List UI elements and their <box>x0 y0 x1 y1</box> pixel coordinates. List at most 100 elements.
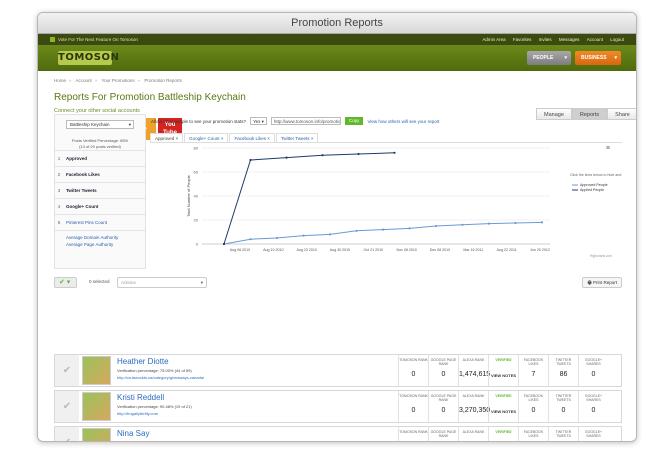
influencer-url[interactable]: http://cruiseuckts.ca/category/giveaways… <box>117 375 204 380</box>
avg-page-authority-link[interactable]: Average Page Authority <box>66 241 145 248</box>
avatar <box>82 356 111 385</box>
actions-select[interactable]: Actions ▾ <box>117 277 207 288</box>
select-all-button[interactable]: ✔ ▾ <box>54 277 77 288</box>
chevron-down-icon: ▾ <box>128 122 131 127</box>
item-number: 4 <box>57 204 61 209</box>
copy-button[interactable]: Copy <box>344 117 364 125</box>
verification-percentage: Verification percentage: 90.48% (19 of 2… <box>117 404 192 409</box>
legend-label: Approved People <box>580 183 608 187</box>
window-title: Promotion Reports <box>38 13 636 34</box>
data-point <box>321 154 324 157</box>
share-settings: Allow other people to see your promotion… <box>150 117 622 125</box>
stat-twitter-tweets: TWITTER TWEETS3 <box>548 427 578 441</box>
row-checkbox[interactable]: ✔ <box>55 391 79 422</box>
data-point <box>514 221 517 225</box>
stat-google-shares: GOOGLE+ SHARES0 <box>578 427 608 441</box>
verification-percentage: Verification percentage: 64.29% (27 of 4… <box>117 440 192 441</box>
stat-facebook-likes: FACEBOOK LIKES 7 <box>518 355 548 386</box>
invites-link[interactable]: Invites <box>539 37 552 42</box>
y-tick-label: 80 <box>194 146 199 151</box>
sidebar-item-pinterest-pins-count[interactable]: 5 Pinterest Pins Count <box>55 214 145 230</box>
chart-menu-icon[interactable]: ≡ <box>606 145 610 152</box>
x-tick-label: Oct 21 2010 <box>364 248 384 252</box>
influencer-row: ✔ Kristi Reddell Verification percentage: … <box>54 390 622 423</box>
data-point <box>275 236 279 240</box>
favorites-link[interactable]: Favorites <box>513 37 532 42</box>
chevron-down-icon: ▾ <box>614 55 617 61</box>
item-label: Pinterest Pins Count <box>66 220 108 225</box>
influencer-name[interactable]: Nina Say <box>117 429 149 438</box>
data-point <box>381 228 385 231</box>
admin-area-link[interactable]: Admin Area <box>482 37 505 42</box>
influencer-row: ✔ Heather Diotte Verification percentage: … <box>54 354 622 387</box>
breadcrumb-account[interactable]: Account <box>76 78 92 83</box>
x-tick-label: Nov 08 2010 <box>396 248 416 252</box>
data-point <box>355 229 358 232</box>
print-report-button[interactable]: 🖶 Print Report <box>582 277 622 288</box>
breadcrumb-promotions[interactable]: Your Promotions <box>102 78 135 83</box>
data-point <box>540 221 544 224</box>
stat-verified[interactable]: VERIFIEDVIEW NOTES <box>488 391 518 422</box>
data-point <box>249 158 252 162</box>
top-links: Admin Area Favorites Invites Messages Ac… <box>476 34 624 45</box>
influencer-name[interactable]: Heather Diotte <box>117 357 169 366</box>
stat-tomoson-rank: TOMOSON RANK0 <box>398 355 428 386</box>
x-tick-label: Aug 23 2010 <box>296 248 316 252</box>
y-tick-label: 20 <box>194 218 199 223</box>
messages-link[interactable]: Messages <box>559 37 580 42</box>
y-tick-label: 0 <box>196 242 199 247</box>
x-tick-label: Aug 22 2011 <box>497 248 517 252</box>
sidebar-item-approved[interactable]: 1 Approved <box>55 150 145 166</box>
y-tick-label: 60 <box>194 170 199 175</box>
avg-domain-authority-link[interactable]: Average Domain Authority <box>66 234 145 241</box>
item-number: 5 <box>57 220 61 225</box>
share-yes-select[interactable]: Yes ▾ <box>250 117 267 125</box>
x-tick-label: Aug 30 2010 <box>330 248 350 252</box>
legend-note: Click the lines below to hide and show t… <box>570 173 622 177</box>
logout-link[interactable]: Logout <box>610 37 624 42</box>
breadcrumb-home[interactable]: Home <box>54 78 66 83</box>
breadcrumb: Home» Account» Your Promotions» Promotio… <box>54 78 182 83</box>
approved-chart: 0 20 40 60 80 Total Number of People Aug 06 20… <box>186 145 622 258</box>
star-icon <box>50 37 55 42</box>
sidebar-item-google-count[interactable]: 4 Google+ Count <box>55 198 145 214</box>
people-dropdown[interactable]: PEOPLE ▾ <box>527 51 571 65</box>
data-point <box>222 242 226 246</box>
data-point <box>328 233 332 236</box>
data-point <box>393 151 396 154</box>
row-checkbox[interactable]: ✔ <box>55 427 79 441</box>
influencer-name[interactable]: Kristi Reddell <box>117 393 164 402</box>
influencer-url[interactable]: http://frugallythrifty.com <box>117 411 158 416</box>
item-label: Google+ Count <box>66 204 99 209</box>
promotion-select[interactable]: Battleship Keychain ▾ <box>66 120 134 129</box>
x-tick-label: Dec 08 2010 <box>430 248 450 252</box>
item-number: 1 <box>57 156 61 161</box>
vote-promo-link[interactable]: Vote For The Next Feature On Tomoson <box>50 34 138 45</box>
x-tick-label: Mar 16 2011 <box>463 248 483 252</box>
row-checkbox[interactable]: ✔ <box>55 355 79 386</box>
stat-twitter-tweets: TWITTER TWEETS 0 <box>548 391 578 422</box>
account-link[interactable]: Account <box>587 37 603 42</box>
stat-verified[interactable]: VERIFIEDVIEW NOTES <box>488 355 518 386</box>
share-url-field[interactable]: http://www.tomoson.info/promotion-r <box>270 117 341 125</box>
bulk-action-bar: ✔ ▾ 0 selected Actions ▾ 🖶 Print Report <box>54 277 622 289</box>
stat-alexa-rank: ALEXA RANK3,280,838 <box>458 427 488 441</box>
breadcrumb-current: Promotion Reports <box>144 78 182 83</box>
sidebar-item-facebook-likes[interactable]: 2 Facebook Likes <box>55 166 145 182</box>
page-title: Reports For Promotion Battleship Keychai… <box>54 92 246 103</box>
tomoson-logo[interactable]: TOMOSON <box>58 51 119 65</box>
stat-tomoson-rank: TOMOSON RANK0 <box>398 391 428 422</box>
stat-tomoson-rank: TOMOSON RANK0 <box>398 427 428 441</box>
x-tick-label: Aug 19 2010 <box>263 248 283 252</box>
business-dropdown[interactable]: BUSINESS ▾ <box>575 51 621 65</box>
sidebar-item-twitter-tweets[interactable]: 3 Twitter Tweets <box>55 182 145 198</box>
data-point <box>461 223 464 226</box>
stat-verified[interactable]: VERIFIEDVIEW NOTES <box>488 427 518 441</box>
stat-facebook-likes: FACEBOOK LIKES0 <box>518 391 548 422</box>
view-report-link[interactable]: View how others will see your report <box>367 119 439 124</box>
data-point <box>434 224 438 228</box>
data-point <box>357 152 360 156</box>
data-point <box>408 227 411 230</box>
avatar <box>82 428 111 441</box>
avatar <box>82 392 111 421</box>
